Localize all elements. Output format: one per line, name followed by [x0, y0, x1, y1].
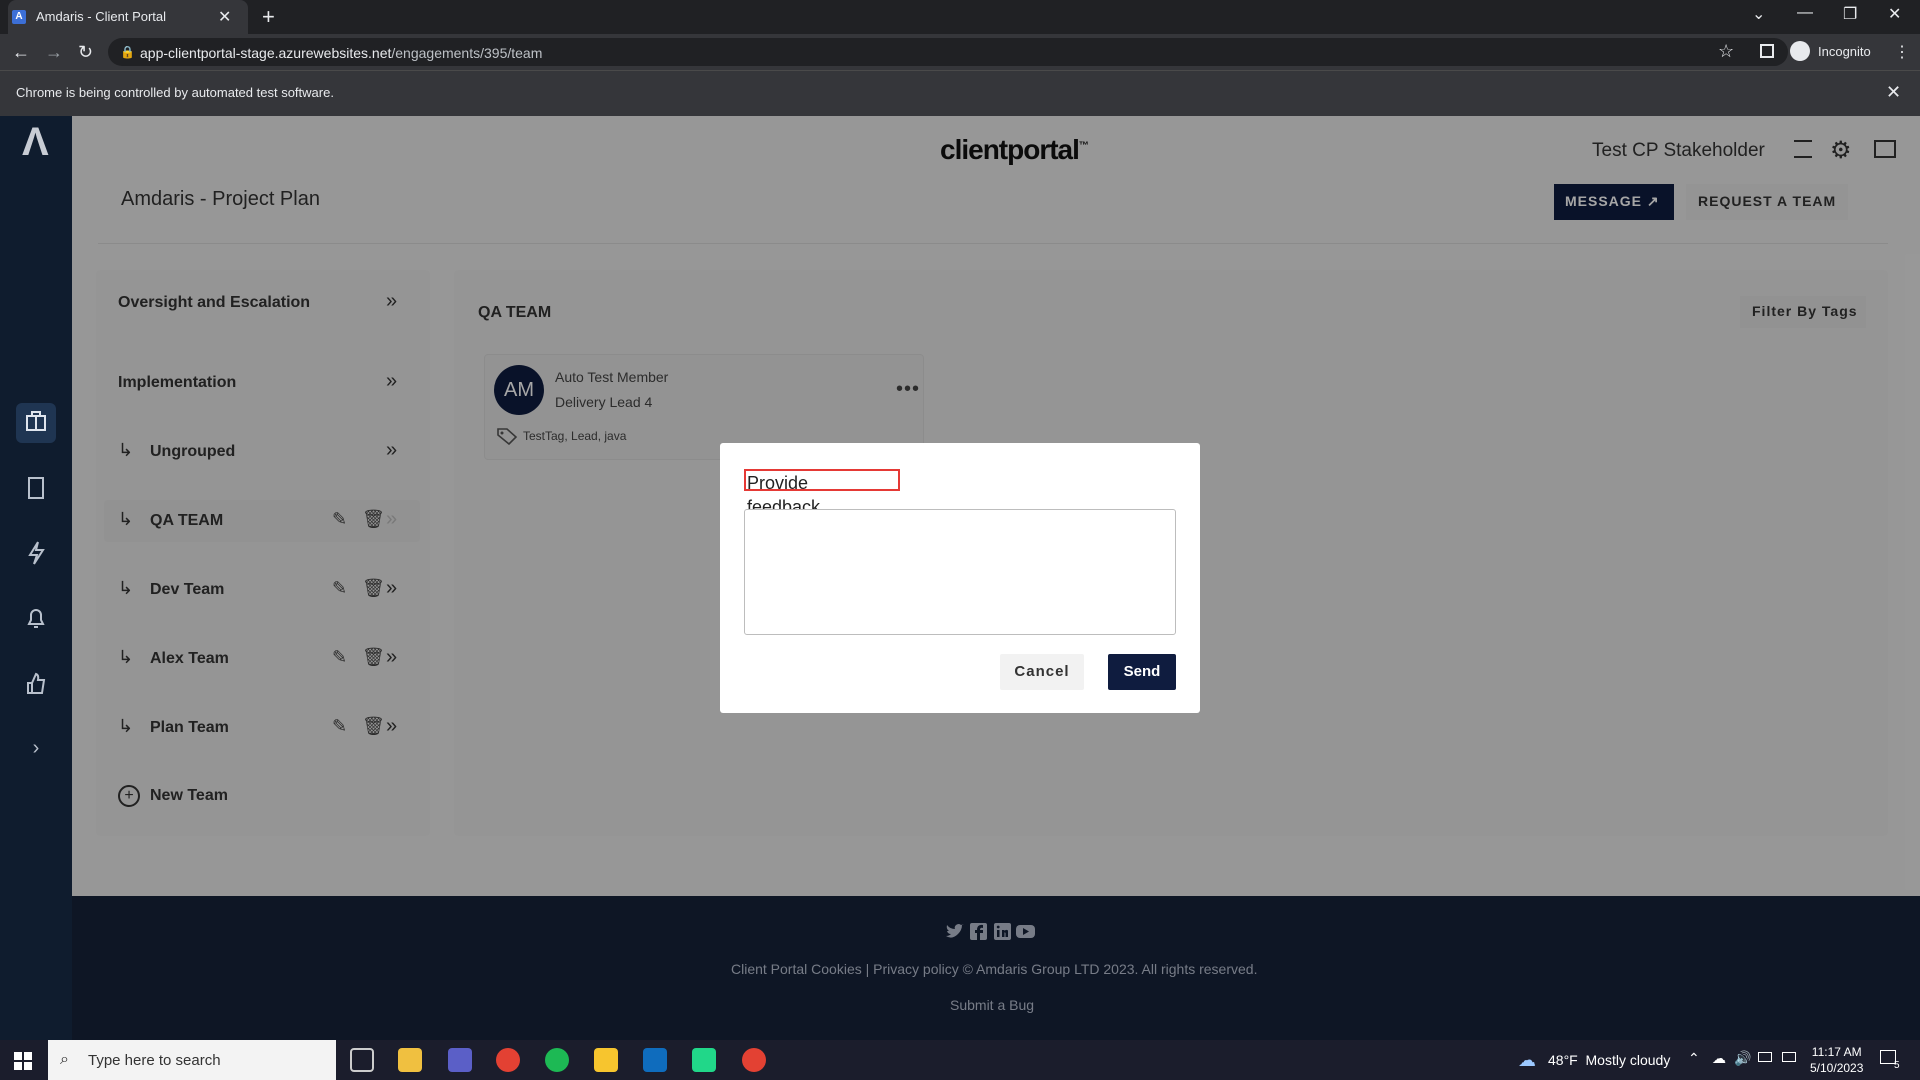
pycharm-icon[interactable]: [692, 1048, 716, 1072]
restore-icon[interactable]: ❐: [1843, 4, 1857, 24]
teams-icon[interactable]: [448, 1048, 472, 1072]
bookmark-star-icon[interactable]: ☆: [1718, 41, 1734, 62]
sidebar-thumbs-up-icon[interactable]: [16, 663, 56, 703]
windows-start-icon[interactable]: [14, 1052, 32, 1070]
cancel-button[interactable]: Cancel: [1000, 654, 1084, 690]
sidebar-lightning-icon[interactable]: [16, 533, 56, 573]
side-panel-icon[interactable]: [1760, 44, 1774, 58]
back-icon[interactable]: ←: [12, 42, 30, 63]
task-view-icon[interactable]: [350, 1048, 374, 1072]
feedback-textarea[interactable]: [744, 509, 1176, 635]
chrome-active-icon[interactable]: [742, 1048, 766, 1072]
sidebar-bell-icon[interactable]: [16, 598, 56, 638]
amdaris-logo[interactable]: Λ: [22, 120, 49, 165]
infobar-close-icon[interactable]: ✕: [1886, 82, 1901, 103]
sidebar-engagements-icon[interactable]: [16, 403, 56, 443]
minimize-icon[interactable]: —: [1797, 4, 1813, 22]
sticky-notes-icon[interactable]: [594, 1048, 618, 1072]
tab-title: Amdaris - Client Portal: [36, 9, 167, 24]
weather-temp: 48°F: [1548, 1052, 1578, 1068]
app-sidebar: [0, 116, 72, 1040]
lock-icon[interactable]: 🔒: [120, 45, 135, 59]
spotify-icon[interactable]: [545, 1048, 569, 1072]
onedrive-icon[interactable]: ☁: [1712, 1050, 1726, 1067]
tab-favicon-icon: A: [12, 10, 26, 24]
notification-count: 5: [1894, 1060, 1900, 1071]
sidebar-book-icon[interactable]: [16, 468, 56, 508]
browser-menu-icon[interactable]: ⋮: [1894, 42, 1910, 62]
weather-widget[interactable]: 48°F Mostly cloudy: [1548, 1052, 1670, 1068]
profile-label[interactable]: Incognito: [1818, 44, 1871, 59]
search-icon: ⌕: [60, 1051, 69, 1068]
forward-icon[interactable]: →: [45, 42, 63, 63]
outlook-icon[interactable]: [643, 1048, 667, 1072]
tab-search-icon[interactable]: ⌄: [1752, 4, 1765, 24]
browser-tab-bar: [0, 0, 1920, 34]
url-path: /engagements/395/team: [391, 45, 543, 61]
chrome-icon[interactable]: [496, 1048, 520, 1072]
weather-icon: ☁: [1518, 1050, 1536, 1070]
send-button[interactable]: Send: [1108, 654, 1176, 690]
new-tab-icon[interactable]: +: [262, 4, 275, 30]
tab-close-icon[interactable]: ✕: [218, 7, 231, 27]
window-close-icon[interactable]: ✕: [1888, 4, 1901, 24]
url-host: app-clientportal-stage.azurewebsites.net: [140, 45, 392, 61]
speaker-icon[interactable]: 🔊: [1734, 1050, 1751, 1067]
infobar-text: Chrome is being controlled by automated …: [16, 85, 334, 100]
taskbar-search-placeholder[interactable]: Type here to search: [88, 1052, 221, 1069]
clock[interactable]: 11:17 AM 5/10/2023: [1810, 1044, 1863, 1076]
clock-date: 5/10/2023: [1810, 1061, 1864, 1075]
file-explorer-icon[interactable]: [398, 1048, 422, 1072]
reload-icon[interactable]: ↻: [78, 42, 93, 63]
weather-text: Mostly cloudy: [1585, 1052, 1671, 1068]
tray-chevron-icon[interactable]: ⌃: [1688, 1050, 1700, 1067]
battery-icon[interactable]: [1758, 1052, 1772, 1062]
url-text[interactable]: app-clientportal-stage.azurewebsites.net…: [140, 45, 542, 61]
incognito-icon[interactable]: [1790, 41, 1810, 61]
sidebar-expand-icon[interactable]: ›: [16, 728, 56, 768]
clock-time: 11:17 AM: [1811, 1045, 1862, 1059]
network-icon[interactable]: [1782, 1052, 1796, 1062]
